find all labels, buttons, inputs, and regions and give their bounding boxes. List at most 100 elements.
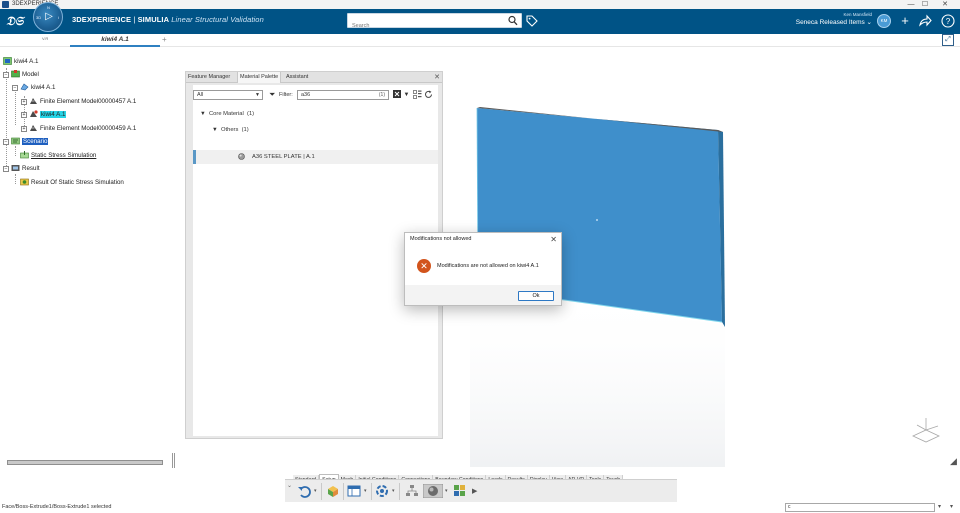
collapse-arrow-icon[interactable]: ▼ — [212, 127, 218, 133]
tree-scrollbar[interactable] — [7, 460, 163, 465]
filter-input-value: a36 — [301, 92, 311, 98]
collapse-arrow-icon[interactable]: ▼ — [200, 111, 206, 117]
chevron-down-icon[interactable]: ▾ — [938, 503, 941, 510]
mesh-tool-icon[interactable] — [453, 484, 467, 498]
tree-view-icon[interactable] — [413, 90, 422, 100]
collapse-result-toggle[interactable]: − — [3, 166, 9, 172]
dialog-footer: Ok — [405, 285, 561, 305]
action-bar-tabs: StandardSetupMeshInitial ConditionsConne… — [293, 468, 624, 486]
tree-fem1-label: Finite Element Model00000457 A.1 — [40, 98, 137, 105]
tab-material-palette[interactable]: Material Palette — [237, 72, 282, 83]
tree-selected-label: kiwi4 A.1 — [40, 111, 67, 118]
mesh-icon — [30, 98, 37, 104]
chevron-down-icon[interactable]: ▾ — [364, 488, 367, 494]
brand-title: 3DEXPERIENCE | SIMULIA Linear Structural… — [72, 15, 264, 24]
collapse-model-child-toggle[interactable]: − — [12, 85, 18, 91]
status-text: Face/Boss-Extrude1/Boss-Extrude1 selecte… — [2, 504, 112, 510]
compass-widget[interactable]: N 3D i ▷ — [33, 2, 63, 32]
tree-node-scenario[interactable]: Scenario — [11, 137, 49, 147]
core-material-group[interactable]: ▼ Core Material (1) — [200, 109, 254, 119]
filter-input[interactable]: a36 (1) — [297, 90, 389, 100]
tag-icon[interactable] — [526, 15, 538, 27]
minimize-button[interactable]: — — [904, 0, 918, 9]
others-subgroup[interactable]: ▼ Others (1) — [212, 125, 249, 135]
update-icon[interactable] — [375, 484, 389, 498]
tree-node-static[interactable]: Static Stress Simulation — [20, 151, 96, 161]
refresh-icon[interactable] — [424, 90, 433, 100]
chevron-down-icon[interactable]: ▾ — [950, 503, 953, 510]
share-icon[interactable] — [918, 14, 932, 28]
model-icon — [11, 70, 20, 78]
tree-node-fem1[interactable]: Finite Element Model00000457 A.1 — [29, 97, 136, 107]
expand-selected-fem-toggle[interactable]: + — [21, 112, 27, 118]
palette-body: All ▼ ⏷ Filter: a36 (1) ▼ ▼ Core Materia… — [193, 85, 438, 436]
material-apply-icon[interactable] — [326, 484, 340, 498]
render-mode-icon[interactable] — [423, 484, 443, 498]
expand-fem1-toggle[interactable]: + — [21, 99, 27, 105]
undo-icon[interactable] — [297, 484, 311, 498]
tree-fem2-label: Finite Element Model00000459 A.1 — [40, 125, 137, 132]
tree-root[interactable]: kiwi4 A.1 — [3, 57, 38, 67]
brand-product: SIMULIA — [137, 15, 170, 24]
avatar[interactable]: KM — [877, 14, 891, 28]
tree-node-fem2[interactable]: Finite Element Model00000459 A.1 — [29, 124, 136, 134]
tree-node-selected[interactable]: kiwi4 A.1 — [29, 110, 67, 120]
hierarchy-icon[interactable] — [405, 484, 419, 498]
command-input[interactable]: c — [785, 503, 935, 512]
chevron-down-icon[interactable]: ▾ — [314, 488, 317, 494]
svg-text:?: ? — [946, 17, 951, 26]
search-input[interactable] — [348, 19, 498, 33]
material-row[interactable]: A36 STEEL PLATE | A.1 — [193, 150, 438, 164]
expand-fem2-toggle[interactable]: + — [21, 126, 27, 132]
tree-scenario-label: Scenario — [22, 138, 49, 145]
palette-filter-row: All ▼ ⏷ Filter: a36 (1) ▼ — [193, 89, 438, 101]
compass-west-label: 3D — [36, 15, 42, 20]
ok-button[interactable]: Ok — [518, 291, 554, 301]
more-tools-icon[interactable]: ▶ — [472, 487, 477, 495]
search-icon[interactable] — [508, 15, 518, 26]
compass-play-icon[interactable]: ▷ — [44, 11, 54, 23]
tab-feature-manager[interactable]: Feature Manager — [186, 72, 232, 83]
filter-label: Filter: — [279, 92, 293, 98]
tab-assistant[interactable]: Assistant — [284, 72, 310, 83]
tree-node-result-child[interactable]: Result Of Static Stress Simulation — [20, 178, 124, 188]
collab-space-selector[interactable]: Seneca Released Items ⌄ — [796, 18, 872, 26]
close-window-button[interactable]: ✕ — [938, 0, 952, 9]
product-icon — [3, 57, 12, 65]
group-count: (1) — [247, 111, 255, 117]
collapse-actionbar-icon[interactable]: ⌄ — [287, 482, 292, 489]
app-header: 𝔇𝔖 3DEXPERIENCE | SIMULIA Linear Structu… — [0, 9, 960, 34]
palette-tabs: Feature Manager Material Palette Assista… — [186, 72, 442, 83]
os-titlebar: 3DEXPERIENCE — ☐ ✕ — [0, 0, 960, 9]
tab-kiwi4[interactable]: kiwi4 A.1 — [70, 34, 160, 47]
maximize-button[interactable]: ☐ — [918, 0, 932, 9]
compass-east-label: i — [58, 15, 59, 20]
tree-node-model[interactable]: Model — [11, 70, 39, 80]
collapse-model-toggle[interactable]: − — [3, 72, 9, 78]
table-icon[interactable] — [347, 484, 361, 498]
filter-icon[interactable]: ⏷ — [269, 90, 275, 100]
plus-icon[interactable]: + — [898, 14, 912, 28]
tree-node-model-child[interactable]: kiwi4 A.1 — [20, 83, 55, 93]
type-select[interactable]: All ▼ — [193, 90, 263, 100]
close-icon[interactable]: ✕ — [434, 72, 440, 83]
chevron-down-icon[interactable]: ▾ — [392, 488, 395, 494]
clear-filter-icon[interactable] — [392, 90, 401, 100]
help-icon[interactable]: ? — [941, 14, 955, 28]
collapse-scenario-toggle[interactable]: − — [3, 139, 9, 145]
dialog-close-icon[interactable]: ✕ — [550, 234, 557, 245]
user-block[interactable]: Ken Mansfield Seneca Released Items ⌄ — [796, 12, 872, 26]
axis-triad-icon[interactable] — [909, 414, 943, 444]
tree-node-result[interactable]: Result — [11, 164, 40, 174]
material-label: A36 STEEL PLATE | A.1 — [252, 154, 315, 160]
filter-options-chevron-icon[interactable]: ▼ — [402, 90, 411, 100]
expand-icon[interactable]: ⤢ — [942, 34, 954, 46]
search-box[interactable] — [347, 13, 522, 33]
add-tab-button[interactable]: + — [162, 34, 167, 46]
tree-static-label: Static Stress Simulation — [31, 152, 97, 159]
panel-splitter[interactable] — [172, 453, 175, 468]
compass-north-label: N — [47, 5, 50, 10]
dialog-message: Modifications are not allowed on kiwi4 A… — [437, 263, 539, 269]
chevron-down-icon[interactable]: ▾ — [445, 488, 448, 494]
side-panel-toggle-icon[interactable]: ◢ — [950, 456, 957, 467]
